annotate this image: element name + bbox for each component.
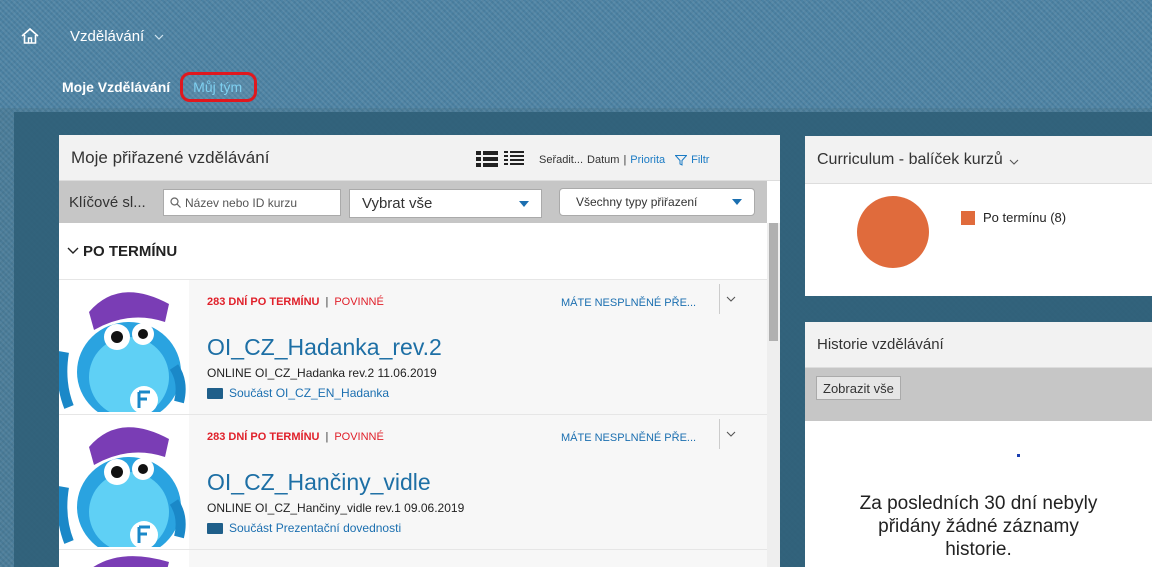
search-input[interactable]: Název nebo ID kurzu: [163, 189, 341, 216]
course-actions-toggle[interactable]: [719, 284, 741, 314]
home-icon[interactable]: [20, 26, 40, 46]
chevron-down-icon: [726, 296, 735, 302]
sort-label[interactable]: Seřadit...: [539, 154, 583, 166]
required-label: POVINNÉ: [334, 296, 384, 308]
empty-line-3: historie.: [945, 539, 1012, 560]
nav-tabs: Moje Vzdělávání Můj tým: [62, 72, 258, 102]
history-toolbar: Zobrazit vše: [805, 368, 1152, 421]
compact-list-icon[interactable]: [504, 151, 524, 167]
app-title-menu[interactable]: Vzdělávání: [70, 28, 164, 45]
keyword-label: Klíčové sl...: [69, 193, 146, 211]
folder-icon: [207, 387, 223, 399]
overdue-label: 283 DNÍ PO TERMÍNU: [207, 296, 320, 308]
sort-priority[interactable]: Priorita: [630, 154, 665, 166]
curriculum-header[interactable]: Curriculum - balíček kurzů: [805, 136, 1152, 184]
select-all-dropdown[interactable]: Vybrat vše: [349, 189, 542, 218]
filter-row: Klíčové sl... Název nebo ID kurzu Vybrat…: [59, 181, 767, 223]
scrollbar-thumb[interactable]: [769, 223, 778, 341]
empty-line-2: přidány žádné záznamy: [878, 516, 1079, 537]
sort-bar: Seřadit... Datum | Priorita Filtr: [539, 154, 709, 166]
course-actions-toggle[interactable]: [719, 419, 741, 449]
course-info: 283 DNÍ PO TERMÍNU | POVINNÉ MÁTE NESPLN…: [189, 415, 767, 549]
scrollbar[interactable]: [767, 223, 780, 567]
course-mascot-image: [59, 552, 189, 567]
chevron-down-icon: [1009, 159, 1019, 165]
history-empty-message: Za posledních 30 dní nebyly přidány žádn…: [805, 492, 1152, 561]
select-all-value: Vybrat vše: [362, 195, 433, 212]
group-header-overdue[interactable]: PO TERMÍNU: [59, 223, 767, 279]
filter-icon[interactable]: [675, 154, 688, 166]
status-separator: |: [325, 431, 329, 443]
chevron-down-icon: [154, 34, 164, 40]
chevron-down-icon: [726, 431, 735, 437]
curriculum-panel: Curriculum - balíček kurzů Po termínu (8…: [805, 136, 1152, 296]
panel-title: Moje přiřazené vzdělávání: [71, 147, 270, 167]
curriculum-pie-chart[interactable]: [857, 196, 929, 268]
search-placeholder: Název nebo ID kurzu: [185, 195, 298, 210]
assigned-learning-panel: Moje přiřazené vzdělávání Seřadit... Dat…: [59, 135, 780, 567]
course-part-link[interactable]: Součást Prezentační dovednosti: [207, 521, 401, 535]
required-label: POVINNÉ: [334, 431, 384, 443]
show-all-button[interactable]: Zobrazit vše: [816, 376, 901, 400]
caret-down-icon: [732, 199, 742, 205]
view-toggle: [476, 151, 524, 167]
course-status: 283 DNÍ PO TERMÍNU | POVINNÉ: [207, 431, 384, 443]
course-part-label: Součást OI_CZ_EN_Hadanka: [229, 386, 390, 400]
curriculum-legend: Po termínu (8): [961, 210, 1066, 225]
learning-history-panel: Historie vzdělávání Zobrazit vše Za posl…: [805, 322, 1152, 567]
course-item: 283 DNÍ PO TERMÍNU | POVINNÉ MÁTE NESPLN…: [59, 279, 767, 414]
prerequisite-warning-link[interactable]: MÁTE NESPLNĚNÉ PŘE...: [561, 297, 696, 309]
course-mascot-image: [59, 282, 189, 412]
tab-my-learning[interactable]: Moje Vzdělávání: [62, 79, 170, 95]
course-status: 283 DNÍ PO TERMÍNU | POVINNÉ: [207, 296, 384, 308]
course-item: [59, 549, 767, 567]
course-title-link[interactable]: OI_CZ_Hančiny_vidle: [207, 469, 431, 496]
filter-link[interactable]: Filtr: [691, 154, 709, 166]
course-part-label: Součást Prezentační dovednosti: [229, 521, 402, 535]
group-header-label: PO TERMÍNU: [83, 242, 178, 260]
course-part-link[interactable]: Součást OI_CZ_EN_Hadanka: [207, 386, 389, 400]
curriculum-title: Curriculum - balíček kurzů: [817, 150, 1003, 168]
course-info: 283 DNÍ PO TERMÍNU | POVINNÉ MÁTE NESPLN…: [189, 280, 767, 414]
chevron-down-icon: [67, 247, 79, 254]
history-title: Historie vzdělávání: [817, 336, 944, 353]
folder-icon: [207, 522, 223, 534]
course-mascot-image: [59, 417, 189, 547]
course-item: 283 DNÍ PO TERMÍNU | POVINNÉ MÁTE NESPLN…: [59, 414, 767, 549]
empty-line-1: Za posledních 30 dní nebyly: [859, 493, 1098, 514]
status-separator: |: [325, 296, 329, 308]
search-icon: [170, 197, 181, 208]
course-info: [189, 550, 767, 567]
course-title-link[interactable]: OI_CZ_Hadanka_rev.2: [207, 334, 442, 361]
overdue-label: 283 DNÍ PO TERMÍNU: [207, 431, 320, 443]
assignment-type-value: Všechny typy přiřazení: [576, 195, 698, 209]
tab-my-team[interactable]: Můj tým: [180, 72, 258, 102]
assigned-learning-header: Moje přiřazené vzdělávání Seřadit... Dat…: [59, 135, 780, 181]
legend-label: Po termínu (8): [983, 210, 1067, 225]
history-header: Historie vzdělávání: [805, 322, 1152, 368]
course-meta: ONLINE OI_CZ_Hadanka rev.2 11.06.2019: [207, 366, 437, 380]
app-title: Vzdělávání: [70, 28, 145, 45]
caret-down-icon: [519, 201, 529, 207]
legend-swatch: [961, 210, 975, 225]
sort-date[interactable]: Datum: [587, 154, 619, 166]
loading-dot: [1017, 454, 1020, 457]
assignment-type-dropdown[interactable]: Všechny typy přiřazení: [559, 188, 755, 216]
course-meta: ONLINE OI_CZ_Hančiny_vidle rev.1 09.06.2…: [207, 501, 465, 515]
prerequisite-warning-link[interactable]: MÁTE NESPLNĚNÉ PŘE...: [561, 432, 696, 444]
sort-separator: |: [623, 154, 627, 166]
list-view-icon[interactable]: [476, 151, 498, 167]
